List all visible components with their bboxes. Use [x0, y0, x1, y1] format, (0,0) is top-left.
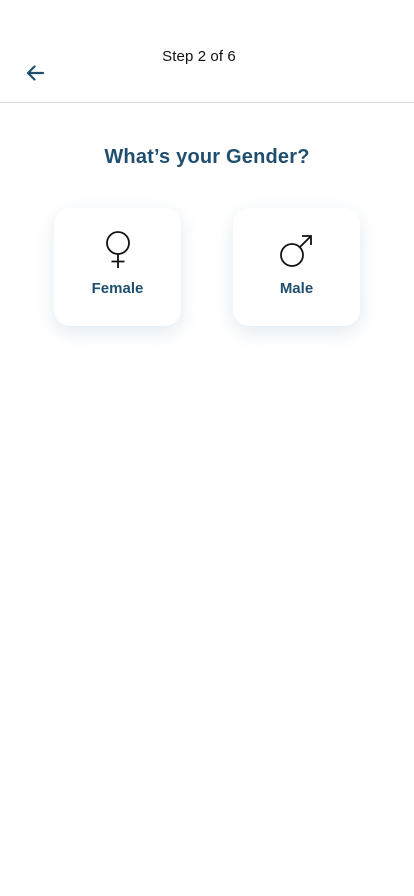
female-option-card[interactable]: Female: [54, 208, 181, 326]
male-symbol-icon: [277, 230, 317, 270]
step-indicator: Step 2 of 6: [162, 48, 236, 65]
male-option-card[interactable]: Male: [233, 208, 360, 326]
header: Step 2 of 6: [0, 0, 414, 103]
gender-selection-screen: Step 2 of 6 What’s your Gender? Female M…: [0, 0, 414, 896]
male-option-label: Male: [279, 280, 314, 297]
female-option-label: Female: [91, 280, 144, 297]
page-title: What’s your Gender?: [104, 146, 310, 168]
female-symbol-icon: [98, 230, 138, 270]
arrow-left-icon: [26, 65, 44, 81]
